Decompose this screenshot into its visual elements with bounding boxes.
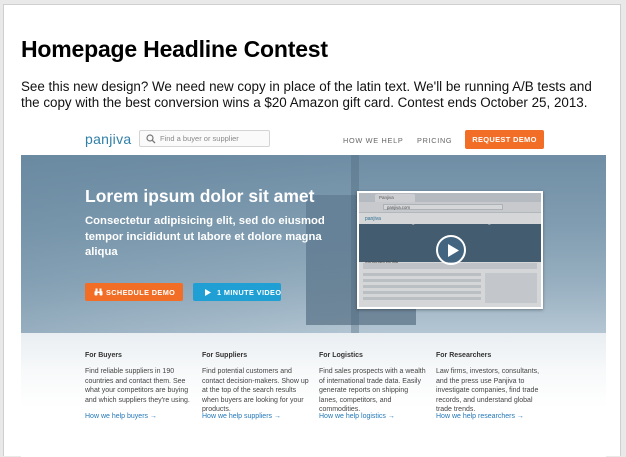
- nav-pricing[interactable]: PRICING: [417, 136, 452, 145]
- column-heading: For Buyers: [85, 352, 122, 359]
- video-thumbnail[interactable]: Panjiva panjiva.com panjiva Aggregate Pr…: [357, 191, 543, 309]
- hero-title: Lorem ipsum dolor sit amet: [85, 186, 315, 206]
- panjiva-logo[interactable]: panjiva: [85, 131, 131, 147]
- search-placeholder: Find a buyer or supplier: [160, 134, 239, 143]
- column-body: Find sales prospects with a wealth of in…: [319, 368, 426, 414]
- column-body: Law firms, investors, consultants, and t…: [436, 368, 540, 414]
- column-suppliers: For Suppliers Find potential customers a…: [202, 352, 310, 415]
- schedule-demo-label: SCHEDULE DEMO: [106, 288, 176, 297]
- column-logistics: For Logistics Find sales prospects with …: [319, 352, 427, 415]
- one-minute-video-label: 1 MINUTE VIDEO: [217, 288, 282, 297]
- column-heading: For Researchers: [436, 352, 492, 359]
- column-buyers: For Buyers Find reliable suppliers in 19…: [85, 352, 193, 405]
- mockup-nav-bar: panjiva Find a buyer or supplier HOW WE …: [21, 122, 606, 155]
- hero-subtitle: Consectetur adipisicing elit, sed do eiu…: [85, 215, 325, 258]
- request-demo-button[interactable]: REQUEST DEMO: [465, 130, 544, 149]
- search-icon: [146, 134, 156, 144]
- intro-text: See this new design? We need new copy in…: [21, 79, 592, 110]
- play-icon: [205, 289, 211, 296]
- search-input[interactable]: Find a buyer or supplier: [139, 130, 270, 147]
- column-body: Find reliable suppliers in 190 countries…: [85, 368, 190, 404]
- play-circle-icon[interactable]: [436, 235, 466, 265]
- one-minute-video-button[interactable]: 1 MINUTE VIDEO: [193, 283, 281, 301]
- link-logistics[interactable]: How we help logistics →: [319, 413, 395, 420]
- play-triangle: [448, 244, 459, 257]
- page-headline: Homepage Headline Contest: [21, 36, 328, 62]
- column-heading: For Suppliers: [202, 352, 248, 359]
- column-body: Find potential customers and contact dec…: [202, 368, 309, 414]
- hero-banner: Lorem ipsum dolor sit amet Consectetur a…: [21, 155, 606, 333]
- schedule-demo-button[interactable]: SCHEDULE DEMO: [85, 283, 183, 301]
- audience-columns: For Buyers Find reliable suppliers in 19…: [21, 333, 606, 457]
- content-page: Homepage Headline Contest See this new d…: [3, 4, 621, 457]
- link-buyers[interactable]: How we help buyers →: [85, 413, 157, 420]
- homepage-design-mockup[interactable]: panjiva Find a buyer or supplier HOW WE …: [21, 122, 606, 457]
- binoculars-icon: [94, 288, 103, 296]
- link-researchers[interactable]: How we help researchers →: [436, 413, 524, 420]
- column-heading: For Logistics: [319, 352, 363, 359]
- nav-how-we-help[interactable]: HOW WE HELP: [343, 136, 403, 145]
- column-researchers: For Researchers Law firms, investors, co…: [436, 352, 544, 415]
- link-suppliers[interactable]: How we help suppliers →: [202, 413, 281, 420]
